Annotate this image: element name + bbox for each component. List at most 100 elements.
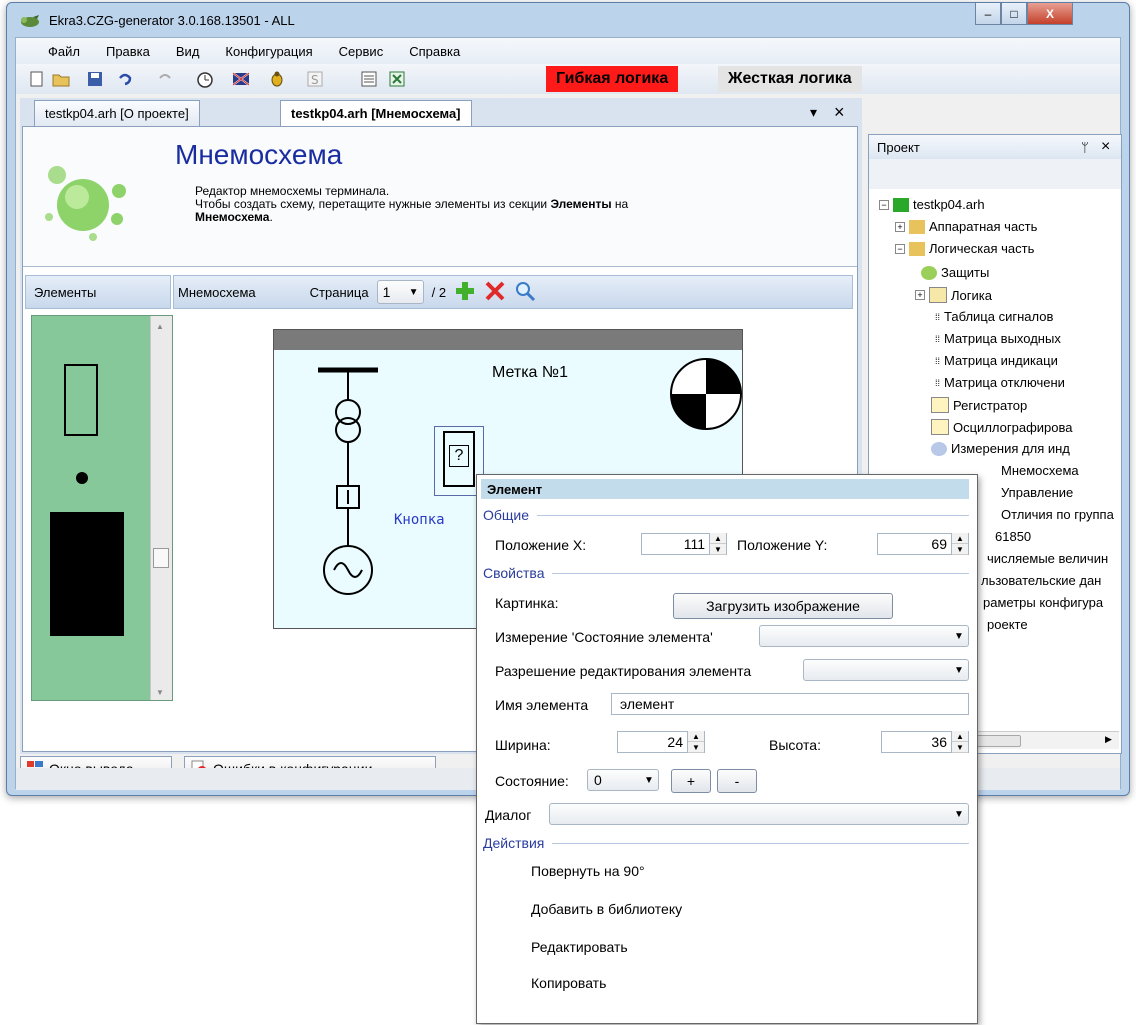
palette-rectangle-element[interactable] [64, 364, 98, 436]
tree-node-control[interactable]: Управление [1001, 485, 1073, 500]
palette-dot-element[interactable] [76, 472, 88, 484]
tree-node-measurements[interactable]: Измерения для инд [931, 441, 1070, 456]
menu-view[interactable]: Вид [176, 44, 200, 59]
dialog-label: Диалог [485, 807, 532, 823]
pos-x-spinner[interactable]: ▲ ▼ [709, 533, 726, 555]
mnemo-panel-label: Мнемосхема [178, 284, 256, 300]
hscroll-thumb[interactable] [973, 735, 1021, 747]
tree-node-oscillography[interactable]: Осциллографирова [931, 419, 1072, 435]
rigid-logic-button[interactable]: Жесткая логика [718, 66, 862, 92]
popup-title: Элемент [481, 479, 969, 499]
table-icon[interactable] [360, 70, 378, 88]
scroll-up-icon[interactable]: ▲ [156, 322, 164, 331]
scroll-thumb[interactable] [153, 548, 169, 568]
pos-y-input[interactable]: 69 ▲ ▼ [877, 533, 969, 555]
desc-line3: Мнемосхема. [195, 210, 273, 224]
tree-node-61850[interactable]: 61850 [995, 529, 1031, 544]
menu-file[interactable]: Файл [48, 44, 80, 59]
width-spinner[interactable]: ▲ ▼ [687, 731, 704, 753]
state-plus-button[interactable]: + [671, 769, 711, 793]
measure-state-select[interactable]: ▼ [759, 625, 969, 647]
matrix-icon: ⁞⁞ [935, 377, 941, 388]
toolbar: S Гибкая логика Жесткая логика [16, 64, 1120, 94]
tree-node-output-matrix[interactable]: ⁞⁞ Матрица выходных [935, 331, 1061, 346]
tab-about-project[interactable]: testkp04.arh [О проекте] [34, 100, 200, 126]
add-page-icon[interactable] [454, 280, 476, 305]
tree-node-logic-part[interactable]: − Логическая часть [895, 241, 1034, 256]
pin-icon[interactable]: ᛘ [1081, 140, 1089, 155]
folder-open-icon [909, 241, 925, 256]
recorder-icon [931, 397, 949, 413]
pos-y-label: Положение Y: [737, 537, 828, 553]
tree-node-group-diffs[interactable]: Отличия по группа [1001, 507, 1114, 522]
tree-node-protections[interactable]: Защиты [921, 265, 989, 280]
close-window-button[interactable]: X [1027, 3, 1073, 25]
tree-node-signal-table[interactable]: ⁞⁞ Таблица сигналов [935, 309, 1053, 324]
redo-icon[interactable] [156, 70, 174, 88]
pos-y-spinner[interactable]: ▲ ▼ [951, 533, 968, 555]
bug-icon[interactable] [268, 70, 286, 88]
tree-node-hardware[interactable]: + Аппаратная часть [895, 219, 1037, 234]
tree-node-trip-matrix[interactable]: ⁞⁞ Матрица отключени [935, 375, 1065, 390]
state-minus-button[interactable]: - [717, 769, 757, 793]
load-image-button[interactable]: Загрузить изображение [673, 593, 893, 619]
menu-help[interactable]: Справка [409, 44, 460, 59]
action-edit[interactable]: Редактировать [531, 939, 628, 955]
matrix-icon: ⁞⁞ [935, 333, 941, 344]
action-add-to-library[interactable]: Добавить в библиотеку [531, 901, 682, 917]
delete-page-icon[interactable] [484, 280, 506, 305]
scroll-right-icon[interactable]: ▶ [1105, 734, 1112, 745]
tree-node-user-data[interactable]: льзовательские дан [981, 573, 1101, 588]
tree-node-logic[interactable]: + Логика [915, 287, 992, 303]
width-input[interactable]: 24 ▲ ▼ [617, 731, 705, 753]
palette-scrollbar[interactable]: ▲ ▼ [150, 316, 172, 700]
timer-icon[interactable] [196, 70, 214, 88]
edit-permission-label: Разрешение редактирования элемента [495, 663, 752, 679]
tab-close-icon[interactable]: × [834, 102, 845, 123]
pos-x-input[interactable]: 111 ▲ ▼ [641, 533, 727, 555]
maximize-button[interactable]: □ [1001, 3, 1027, 25]
open-folder-icon[interactable] [52, 70, 70, 88]
window-title: Ekra3.CZG-generator 3.0.168.13501 - ALL [49, 13, 295, 28]
page-select[interactable]: 1 ▼ [376, 280, 424, 304]
tab-mnemoscheme[interactable]: testkp04.arh [Мнемосхема] [280, 100, 472, 126]
height-label: Высота: [769, 737, 821, 753]
menu-edit[interactable]: Правка [106, 44, 150, 59]
canvas-label-mark[interactable]: Метка №1 [492, 364, 568, 382]
flag-icon[interactable] [232, 70, 250, 88]
tree-node-project[interactable]: − testkp04.arh [879, 197, 985, 212]
palette-block-element[interactable] [50, 512, 124, 636]
edit-permission-select[interactable]: ▼ [803, 659, 969, 681]
save-icon[interactable] [86, 70, 104, 88]
excel-icon[interactable] [388, 70, 406, 88]
script-icon[interactable]: S [306, 70, 324, 88]
flexible-logic-button[interactable]: Гибкая логика [546, 66, 679, 92]
tree-node-indication-matrix[interactable]: ⁞⁞ Матрица индикаци [935, 353, 1058, 368]
dialog-select[interactable]: ▼ [549, 803, 969, 825]
project-close-icon[interactable]: × [1101, 138, 1110, 156]
tree-node-about[interactable]: роекте [987, 617, 1028, 632]
picture-label: Картинка: [495, 595, 559, 611]
tree-node-mnemoscheme[interactable]: Мнемосхема [1001, 463, 1079, 478]
element-name-input[interactable]: элемент [611, 693, 969, 715]
state-select[interactable]: 0 ▼ [587, 769, 659, 791]
canvas-button-element[interactable]: Кнопка [394, 512, 445, 528]
action-rotate-90[interactable]: Повернуть на 90° [531, 863, 645, 879]
tree-node-recorder[interactable]: Регистратор [931, 397, 1027, 413]
minimize-button[interactable]: – [975, 3, 1001, 25]
action-copy[interactable]: Копировать [531, 975, 606, 991]
menu-configuration[interactable]: Конфигурация [225, 44, 312, 59]
menu-service[interactable]: Сервис [339, 44, 384, 59]
zoom-icon[interactable] [514, 280, 536, 305]
height-spinner[interactable]: ▲ ▼ [951, 731, 968, 753]
project-icon [893, 197, 909, 212]
height-input[interactable]: 36 ▲ ▼ [881, 731, 969, 753]
undo-icon[interactable] [116, 70, 134, 88]
new-file-icon[interactable] [28, 70, 46, 88]
scroll-down-icon[interactable]: ▼ [156, 688, 164, 697]
tree-node-config-params[interactable]: раметры конфигура [983, 595, 1103, 610]
logic-icon [929, 287, 947, 303]
project-hscrollbar[interactable]: ▶ [969, 731, 1119, 749]
tab-list-dropdown-icon[interactable]: ▾ [810, 104, 817, 121]
tree-node-computed-values[interactable]: числяемые величин [987, 551, 1108, 566]
